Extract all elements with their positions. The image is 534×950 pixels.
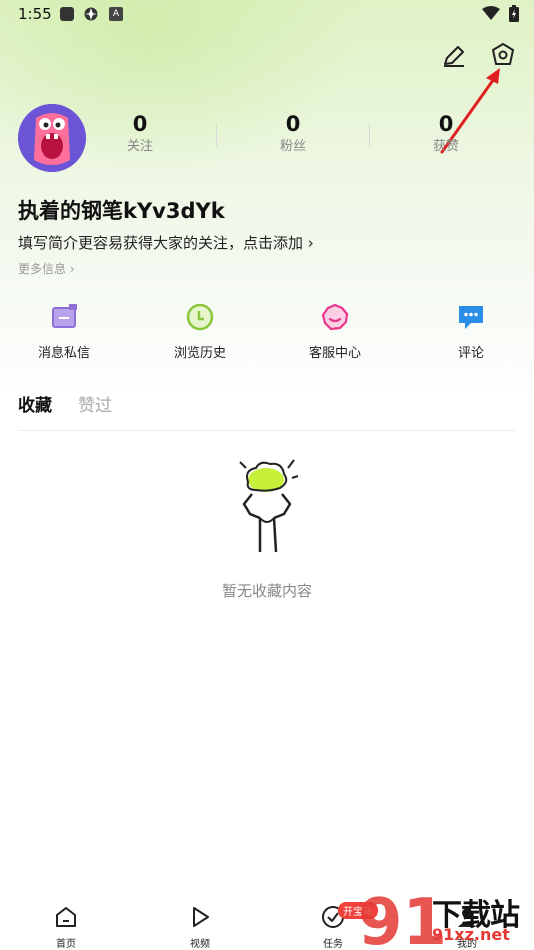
nav-video[interactable]: 视频 xyxy=(170,905,230,950)
avatar[interactable] xyxy=(18,104,86,172)
stat-following-label: 关注 xyxy=(126,139,153,154)
tab-divider xyxy=(18,430,516,431)
message-box-icon xyxy=(52,304,77,328)
username: 执着的钢笔kYv3dYk xyxy=(18,199,225,223)
shortcut-comments[interactable]: 评论 xyxy=(421,302,521,361)
shortcut-history[interactable]: 浏览历史 xyxy=(150,302,250,361)
stat-followers-label: 粉丝 xyxy=(279,139,306,154)
stat-followers[interactable]: 0 粉丝 xyxy=(243,110,343,156)
stat-likes-label: 获赞 xyxy=(432,139,459,154)
status-time: 1:55 xyxy=(18,5,52,23)
empty-state-illustration xyxy=(239,459,299,553)
stat-divider xyxy=(216,124,217,146)
comment-bubble-icon xyxy=(459,306,483,329)
stat-divider xyxy=(369,124,370,146)
notification-square-icon xyxy=(60,7,74,21)
battery-icon xyxy=(509,5,519,22)
notification-letter-icon: A xyxy=(109,7,123,21)
play-icon xyxy=(193,907,209,927)
status-bar: 1:55 A xyxy=(0,0,534,28)
home-icon xyxy=(56,907,76,927)
wifi-icon xyxy=(482,6,500,20)
stat-following-value: 0 xyxy=(132,112,148,136)
notification-app-icon xyxy=(84,7,98,21)
watermark-url: 91xz.net xyxy=(432,925,510,944)
stat-followers-value: 0 xyxy=(285,112,301,136)
avatar-monster-icon xyxy=(18,104,86,172)
clock-icon xyxy=(186,303,214,331)
shortcut-service-label: 客服中心 xyxy=(308,346,361,361)
shortcut-messages[interactable]: 消息私信 xyxy=(14,302,114,361)
profile-stats: 0 关注 0 粉丝 0 获赞 xyxy=(92,110,534,160)
nav-tasks-label: 任务 xyxy=(323,939,343,950)
stat-likes[interactable]: 0 获赞 xyxy=(396,110,496,156)
shortcut-comments-label: 评论 xyxy=(457,346,484,361)
more-info-link[interactable]: 更多信息 › xyxy=(18,260,75,277)
nav-video-label: 视频 xyxy=(190,939,210,950)
tab-favorites[interactable]: 收藏 xyxy=(18,391,52,416)
nav-home-label: 首页 xyxy=(56,939,76,950)
stat-likes-value: 0 xyxy=(438,112,454,136)
shortcut-messages-label: 消息私信 xyxy=(37,346,90,361)
empty-state-text: 暂无收藏内容 xyxy=(221,582,312,600)
bio-add-link[interactable]: 填写简介更容易获得大家的关注，点击添加 › xyxy=(18,232,314,253)
shortcut-service[interactable]: 客服中心 xyxy=(285,302,385,361)
shortcut-history-label: 浏览历史 xyxy=(173,346,226,361)
service-face-icon xyxy=(321,303,349,331)
tab-liked[interactable]: 赞过 xyxy=(78,391,112,416)
stat-following[interactable]: 0 关注 xyxy=(90,110,190,156)
profile-page: 1:55 A 0 关注 0 粉丝 0 获赞 执着的钢笔kYv3dYk 填写简介更… xyxy=(0,0,534,950)
nav-home[interactable]: 首页 xyxy=(36,905,96,950)
